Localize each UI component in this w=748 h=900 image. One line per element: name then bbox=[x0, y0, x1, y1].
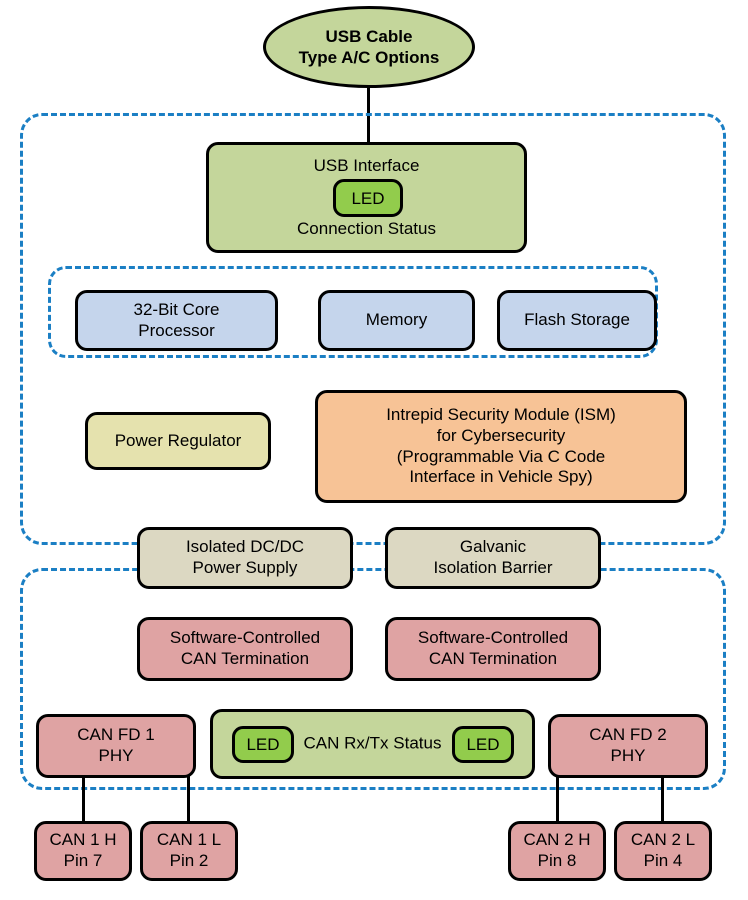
isolated-dcdc-line-1: Isolated DC/DC bbox=[185, 537, 305, 557]
core-processor-line-2: Processor bbox=[138, 320, 215, 340]
can-rx-led-label: LED bbox=[246, 735, 280, 754]
flash-storage-line-1: Flash Storage bbox=[524, 310, 630, 330]
security-module-line-2: for Cybersecurity bbox=[436, 425, 566, 445]
block-diagram-canvas: USB Cable Type A/C Options USB Interface… bbox=[0, 0, 748, 900]
pin-can1l-line-1: CAN 1 L bbox=[156, 830, 222, 850]
pin-can2l-line-1: CAN 2 L bbox=[630, 830, 696, 850]
memory-line-1: Memory bbox=[365, 310, 428, 330]
can-tx-led-label: LED bbox=[466, 735, 500, 754]
can-tx-status-led: LED bbox=[452, 726, 514, 763]
can-rx-status-led: LED bbox=[232, 726, 294, 763]
can-termination-1-line-1: Software-Controlled bbox=[169, 628, 321, 648]
security-module-block: Intrepid Security Module (ISM) for Cyber… bbox=[315, 390, 687, 503]
can-fd-2-phy-line-1: CAN FD 2 bbox=[589, 725, 667, 745]
pin-box-can2h: CAN 2 H Pin 8 bbox=[508, 821, 606, 881]
galvanic-isolation-line-2: Isolation Barrier bbox=[433, 558, 553, 577]
pin-can2l-line-2: Pin 4 bbox=[643, 851, 683, 870]
usb-cable-line-1: USB Cable bbox=[325, 26, 413, 46]
security-module-line-4: Interface in Vehicle Spy) bbox=[409, 467, 593, 487]
memory-block: Memory bbox=[318, 290, 475, 351]
power-regulator-block: Power Regulator bbox=[85, 412, 271, 470]
can-termination-1-line-2: CAN Termination bbox=[180, 649, 310, 668]
isolated-dcdc-line-2: Power Supply bbox=[192, 558, 298, 577]
can-rxtx-status-line-1: CAN bbox=[303, 733, 340, 753]
pin-can1h-line-1: CAN 1 H bbox=[49, 830, 117, 850]
usb-connection-status-led: LED bbox=[333, 179, 403, 217]
pin-can1h-line-2: Pin 7 bbox=[63, 851, 103, 870]
wire-phy1-to-can1l bbox=[187, 776, 190, 823]
isolated-dcdc-power-supply-block: Isolated DC/DC Power Supply bbox=[137, 527, 353, 589]
wire-phy2-to-can2l bbox=[661, 776, 664, 823]
can-fd-2-phy-block: CAN FD 2 PHY bbox=[548, 714, 708, 778]
galvanic-isolation-barrier-block: Galvanic Isolation Barrier bbox=[385, 527, 601, 589]
wire-phy1-to-can1h bbox=[82, 776, 85, 823]
pin-can2h-line-1: CAN 2 H bbox=[523, 830, 591, 850]
can-fd-1-phy-line-1: CAN FD 1 bbox=[77, 725, 155, 745]
can-rxtx-status-line-2: Rx/Tx Status bbox=[344, 733, 442, 753]
usb-interface-subtitle: Connection Status bbox=[297, 219, 436, 238]
core-processor-block: 32-Bit Core Processor bbox=[75, 290, 278, 351]
flash-storage-block: Flash Storage bbox=[497, 290, 657, 351]
power-regulator-line-1: Power Regulator bbox=[114, 430, 242, 450]
usb-cable-node: USB Cable Type A/C Options bbox=[263, 6, 475, 88]
usb-interface-title: USB Interface bbox=[313, 156, 420, 175]
can-termination-block-2: Software-Controlled CAN Termination bbox=[385, 617, 601, 681]
usb-led-label: LED bbox=[351, 188, 385, 208]
usb-cable-line-2: Type A/C Options bbox=[298, 48, 440, 67]
can-fd-1-phy-line-2: PHY bbox=[98, 746, 134, 765]
pin-box-can1h: CAN 1 H Pin 7 bbox=[34, 821, 132, 881]
core-processor-line-1: 32-Bit Core bbox=[133, 299, 220, 319]
wire-phy2-to-can2h bbox=[556, 776, 559, 823]
can-termination-2-line-2: CAN Termination bbox=[428, 649, 558, 668]
can-termination-block-1: Software-Controlled CAN Termination bbox=[137, 617, 353, 681]
pin-box-can1l: CAN 1 L Pin 2 bbox=[140, 821, 238, 881]
pin-can2h-line-2: Pin 8 bbox=[537, 851, 577, 870]
security-module-line-1: Intrepid Security Module (ISM) bbox=[386, 405, 616, 425]
can-termination-2-line-1: Software-Controlled bbox=[417, 628, 569, 648]
can-fd-1-phy-block: CAN FD 1 PHY bbox=[36, 714, 196, 778]
can-fd-2-phy-line-2: PHY bbox=[610, 746, 646, 765]
security-module-line-3: (Programmable Via C Code bbox=[396, 446, 606, 466]
galvanic-isolation-line-1: Galvanic bbox=[459, 537, 527, 557]
pin-box-can2l: CAN 2 L Pin 4 bbox=[614, 821, 712, 881]
pin-can1l-line-2: Pin 2 bbox=[169, 851, 209, 870]
